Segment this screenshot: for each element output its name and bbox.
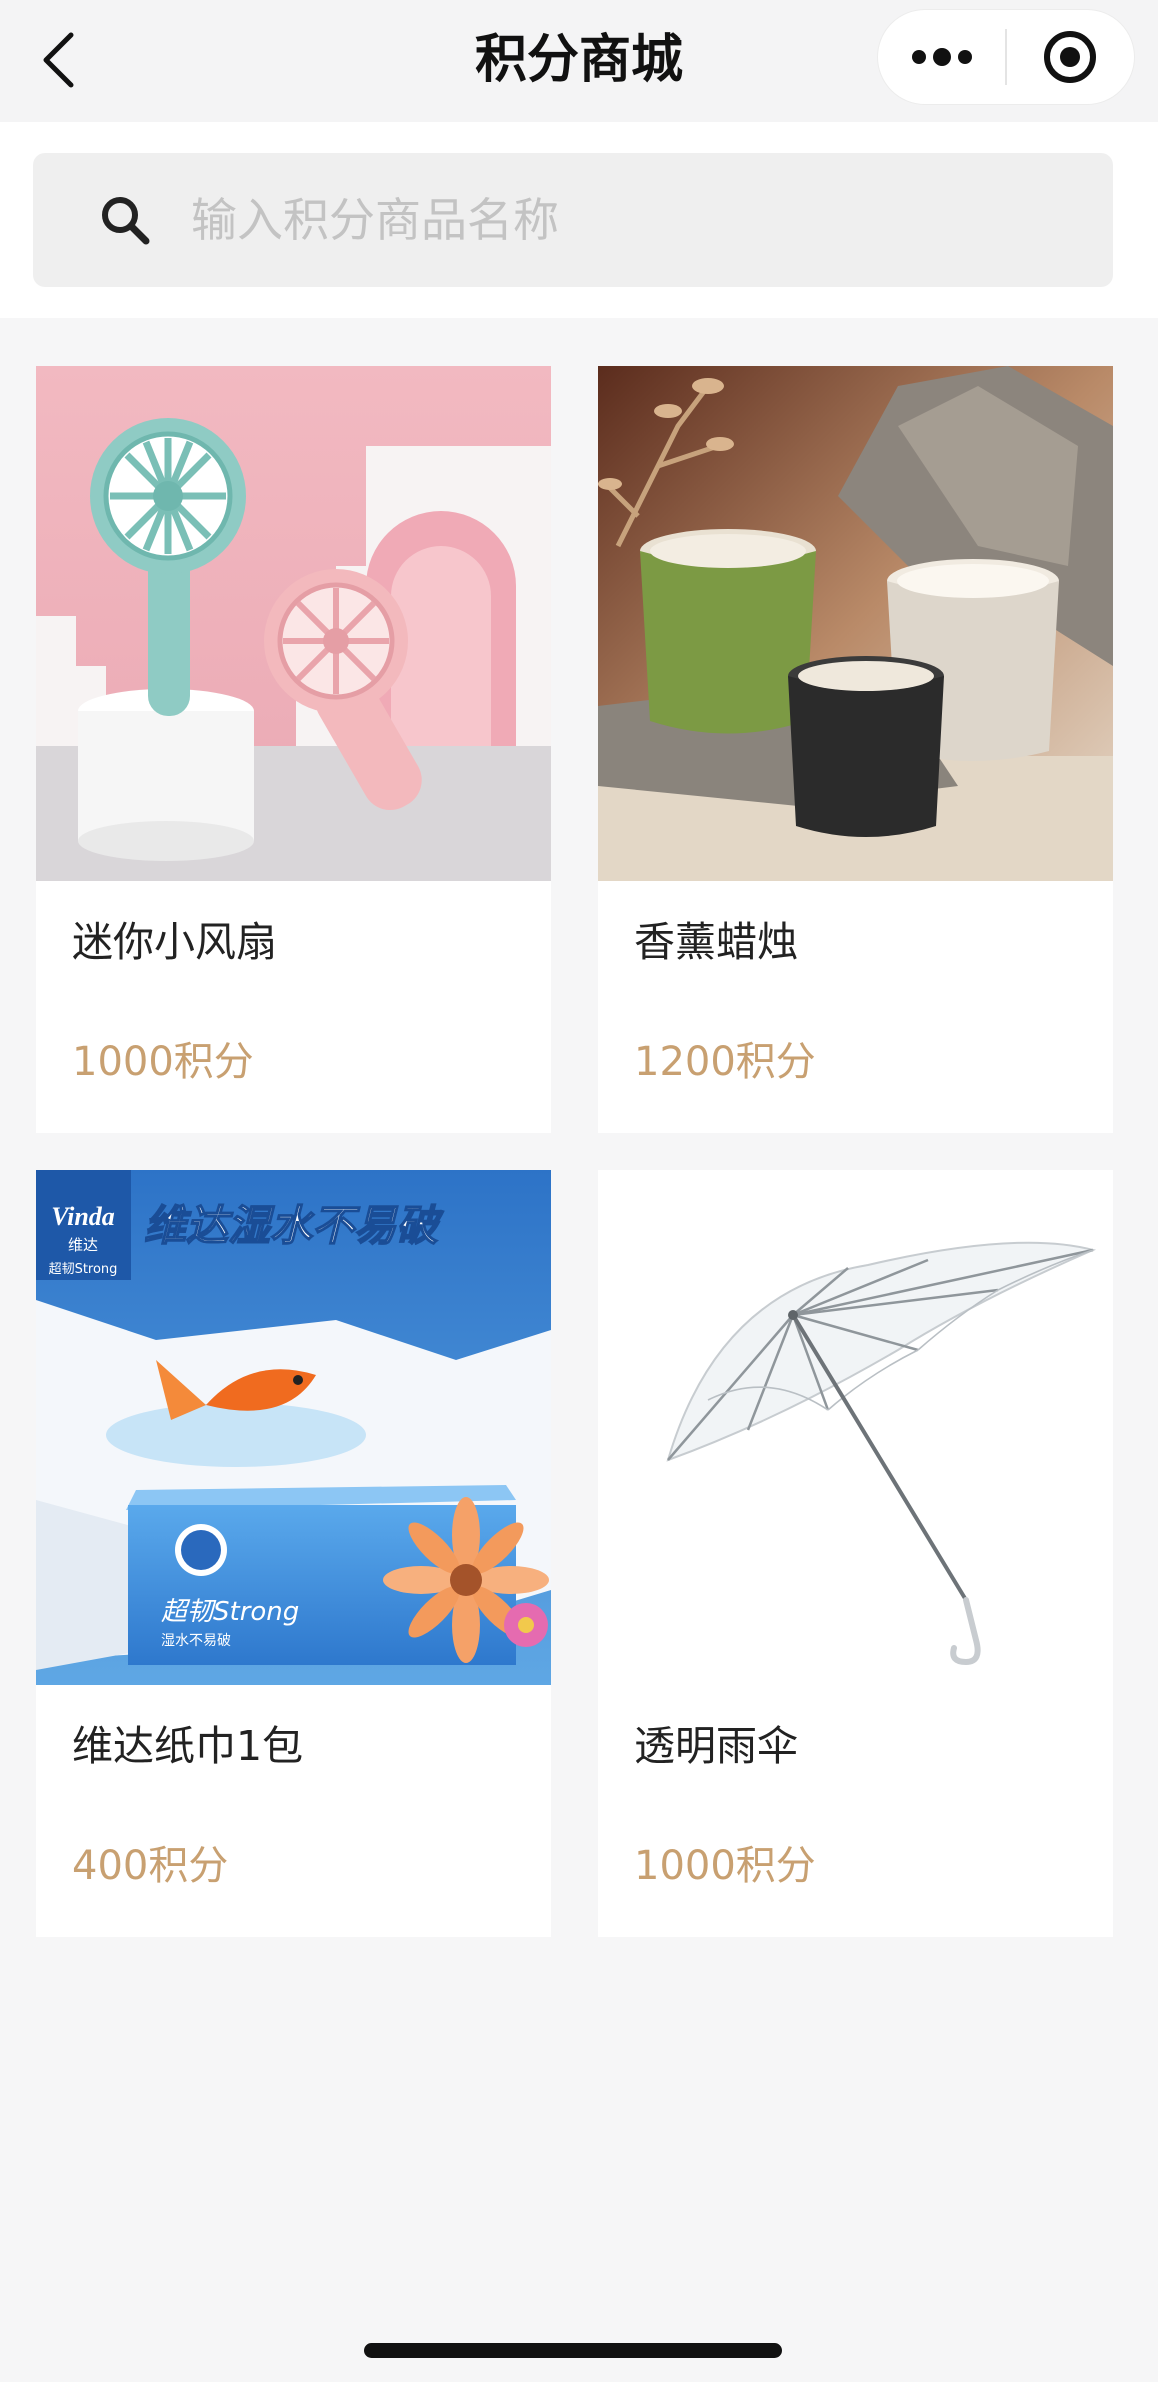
product-card-vinda-tissue[interactable]: Vinda 维达 超韧Strong 维达湿水不易破 超韧Strong 湿水不易破 (36, 1170, 551, 1937)
search-input[interactable] (191, 153, 1113, 287)
product-name: 维达纸巾1包 (72, 1722, 304, 1770)
product-card-mini-fan[interactable]: 迷你小风扇 1000积分 (36, 366, 551, 1133)
product-card-aroma-candle[interactable]: 香薰蜡烛 1200积分 (598, 366, 1113, 1133)
tissue-headline-text: 维达湿水不易破 (144, 1201, 444, 1250)
close-miniprogram-button[interactable] (1007, 9, 1134, 105)
home-indicator[interactable] (364, 2343, 782, 2358)
chevron-left-icon (43, 32, 74, 88)
tissue-brand-text: Vinda (51, 1202, 115, 1231)
product-price: 1000积分 (72, 1039, 254, 1085)
tissue-strong-badge-text: 超韧Strong (49, 1262, 118, 1277)
more-button[interactable] (878, 9, 1005, 105)
miniprogram-capsule (877, 9, 1135, 105)
product-price: 1000积分 (634, 1843, 816, 1889)
product-name: 香薰蜡烛 (634, 918, 798, 966)
product-price: 1200积分 (634, 1039, 816, 1085)
back-button[interactable] (30, 24, 86, 96)
product-name: 透明雨伞 (634, 1722, 798, 1770)
tissue-pack-sub-text: 湿水不易破 (161, 1633, 231, 1649)
product-name: 迷你小风扇 (72, 918, 277, 966)
product-image-vinda-tissue: Vinda 维达 超韧Strong 维达湿水不易破 超韧Strong 湿水不易破 (36, 1170, 551, 1685)
product-image-aroma-candle (598, 366, 1113, 881)
product-grid: 迷你小风扇 1000积分 香薰蜡烛 1200积分 Vinda 维达 超韧Stro… (36, 366, 1113, 1937)
product-image-mini-fan (36, 366, 551, 881)
points-mall-page: 积分商城 输入积分商品名称 迷你小风扇 1000积分 香薰蜡烛 1200积分 V… (0, 0, 1158, 2382)
more-dots-icon (911, 48, 972, 66)
tissue-brand-cn-text: 维达 (68, 1236, 98, 1254)
search-icon (97, 192, 153, 248)
nav-bar: 积分商城 (0, 0, 1158, 122)
search-section (0, 122, 1158, 318)
product-image-clear-umbrella (598, 1170, 1113, 1685)
tissue-pack-strong-text: 超韧Strong (161, 1597, 299, 1627)
search-box[interactable] (33, 153, 1113, 287)
product-price: 400积分 (72, 1843, 229, 1889)
product-card-clear-umbrella[interactable]: 透明雨伞 1000积分 (598, 1170, 1113, 1937)
target-circle-icon (1044, 31, 1097, 83)
